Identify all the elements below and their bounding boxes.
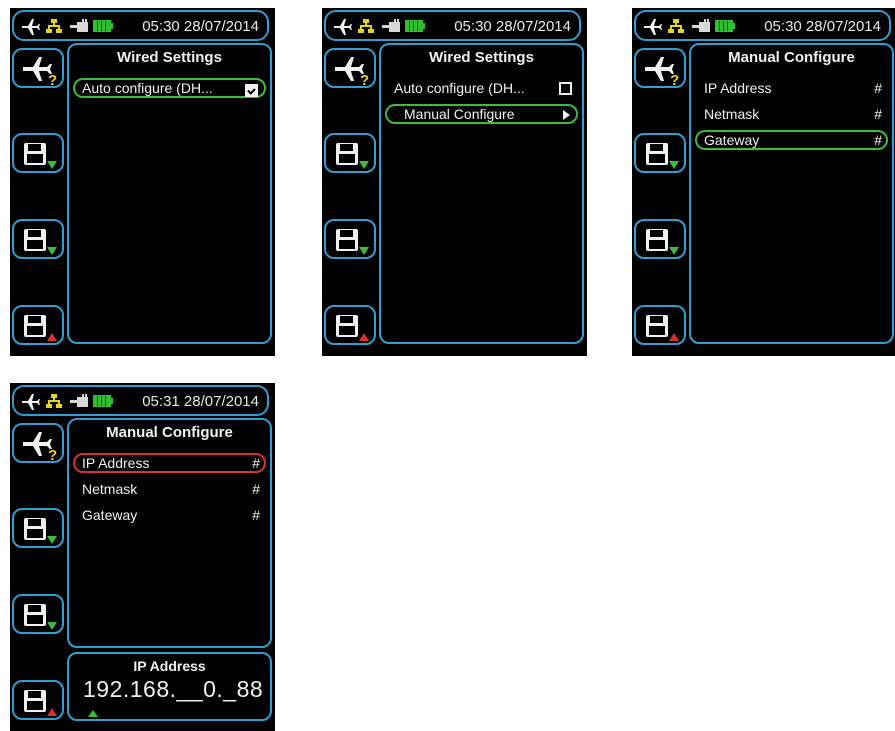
row-value: # bbox=[874, 132, 882, 148]
row-label: Netmask bbox=[82, 481, 138, 497]
status-bar: 05:31 28/07/2014 bbox=[12, 385, 269, 416]
save-up-button[interactable] bbox=[12, 680, 64, 720]
gateway-row[interactable]: Gateway # bbox=[73, 505, 266, 525]
save-down-button[interactable] bbox=[634, 219, 686, 259]
row-label: IP Address bbox=[704, 80, 772, 96]
save-down-button[interactable] bbox=[12, 508, 64, 548]
network-icon bbox=[46, 18, 62, 34]
netmask-row[interactable]: Netmask # bbox=[695, 104, 888, 124]
network-icon bbox=[668, 18, 684, 34]
ip-editor-title: IP Address bbox=[133, 658, 206, 674]
plane-icon bbox=[332, 17, 352, 37]
settings-panel: Wired Settings Auto configure (DH... bbox=[67, 43, 272, 344]
network-icon bbox=[46, 393, 62, 409]
save-down-button[interactable] bbox=[12, 219, 64, 259]
gateway-row[interactable]: Gateway # bbox=[695, 130, 888, 150]
up-arrow-icon bbox=[359, 333, 369, 341]
power-plug-icon bbox=[70, 394, 88, 408]
up-arrow-icon bbox=[47, 333, 57, 341]
save-down-button[interactable] bbox=[324, 133, 376, 173]
row-label: Auto configure (DH... bbox=[82, 80, 213, 96]
device-screen-3: 05:30 28/07/2014 Manual Configure IP Add… bbox=[632, 8, 895, 356]
battery-icon bbox=[715, 20, 735, 32]
battery-icon bbox=[405, 20, 425, 32]
auto-configure-checkbox[interactable] bbox=[559, 82, 572, 95]
row-label: IP Address bbox=[82, 455, 150, 471]
ip-editor-panel: IP Address 192.168.__0._88 bbox=[67, 652, 272, 721]
row-label: Gateway bbox=[704, 132, 760, 148]
clock: 05:30 28/07/2014 bbox=[454, 18, 571, 35]
row-label: Netmask bbox=[704, 106, 760, 122]
panel-title: Manual Configure bbox=[728, 49, 855, 66]
power-plug-icon bbox=[692, 19, 710, 33]
status-bar: 05:30 28/07/2014 bbox=[324, 10, 581, 41]
row-label: Gateway bbox=[82, 507, 138, 523]
save-down-button[interactable] bbox=[634, 133, 686, 173]
device-screen-2: 05:30 28/07/2014 Wired Settings Auto con… bbox=[322, 8, 587, 356]
settings-panel: Wired Settings Auto configure (DH... Man… bbox=[379, 43, 584, 344]
row-value: # bbox=[252, 507, 260, 523]
down-arrow-icon bbox=[359, 161, 369, 169]
down-arrow-icon bbox=[47, 161, 57, 169]
row-value: # bbox=[874, 80, 882, 96]
ip-address-input[interactable]: 192.168.__0._88 bbox=[83, 676, 263, 703]
panel-title: Wired Settings bbox=[117, 49, 222, 66]
row-label: Manual Configure bbox=[404, 106, 515, 122]
save-down-button[interactable] bbox=[12, 133, 64, 173]
plane-icon bbox=[642, 17, 662, 37]
save-up-button[interactable] bbox=[12, 305, 64, 345]
airplane-help-button[interactable] bbox=[12, 423, 64, 463]
up-arrow-icon bbox=[47, 708, 57, 716]
clock: 05:31 28/07/2014 bbox=[142, 393, 259, 410]
status-bar: 05:30 28/07/2014 bbox=[12, 10, 269, 41]
cursor-caret-icon bbox=[88, 710, 98, 717]
battery-icon bbox=[93, 395, 113, 407]
down-arrow-icon bbox=[669, 247, 679, 255]
save-down-button[interactable] bbox=[324, 219, 376, 259]
power-plug-icon bbox=[70, 19, 88, 33]
ip-address-row[interactable]: IP Address # bbox=[73, 453, 266, 473]
chevron-right-icon bbox=[563, 110, 570, 120]
save-down-button[interactable] bbox=[12, 594, 64, 634]
plane-icon bbox=[20, 17, 40, 37]
row-value: # bbox=[252, 481, 260, 497]
airplane-help-icon bbox=[643, 54, 681, 86]
clock: 05:30 28/07/2014 bbox=[764, 18, 881, 35]
down-arrow-icon bbox=[359, 247, 369, 255]
airplane-help-icon bbox=[333, 54, 371, 86]
auto-configure-checkbox[interactable] bbox=[245, 84, 258, 97]
save-up-button[interactable] bbox=[634, 305, 686, 345]
battery-icon bbox=[93, 20, 113, 32]
up-arrow-icon bbox=[669, 333, 679, 341]
down-arrow-icon bbox=[47, 536, 57, 544]
device-screen-4: 05:31 28/07/2014 Manual Configure IP Add… bbox=[10, 383, 275, 731]
airplane-help-button[interactable] bbox=[324, 48, 376, 88]
netmask-row[interactable]: Netmask # bbox=[73, 479, 266, 499]
auto-configure-row[interactable]: Auto configure (DH... bbox=[385, 78, 578, 98]
down-arrow-icon bbox=[669, 161, 679, 169]
network-icon bbox=[358, 18, 374, 34]
power-plug-icon bbox=[382, 19, 400, 33]
save-up-button[interactable] bbox=[324, 305, 376, 345]
auto-configure-row[interactable]: Auto configure (DH... bbox=[73, 78, 266, 98]
plane-icon bbox=[20, 392, 40, 412]
panel-title: Manual Configure bbox=[106, 424, 233, 441]
settings-panel: Manual Configure IP Address # Netmask # … bbox=[689, 43, 894, 344]
row-label: Auto configure (DH... bbox=[394, 80, 525, 96]
manual-configure-row[interactable]: Manual Configure bbox=[385, 104, 578, 124]
airplane-help-icon bbox=[21, 429, 59, 461]
panel-title: Wired Settings bbox=[429, 49, 534, 66]
airplane-help-button[interactable] bbox=[12, 48, 64, 88]
settings-panel: Manual Configure IP Address # Netmask # … bbox=[67, 418, 272, 648]
airplane-help-button[interactable] bbox=[634, 48, 686, 88]
down-arrow-icon bbox=[47, 247, 57, 255]
clock: 05:30 28/07/2014 bbox=[142, 18, 259, 35]
down-arrow-icon bbox=[47, 622, 57, 630]
row-value: # bbox=[252, 455, 260, 471]
status-bar: 05:30 28/07/2014 bbox=[634, 10, 891, 41]
ip-address-row[interactable]: IP Address # bbox=[695, 78, 888, 98]
row-value: # bbox=[874, 106, 882, 122]
device-screen-1: 05:30 28/07/2014 Wired Settings Auto con… bbox=[10, 8, 275, 356]
airplane-help-icon bbox=[21, 54, 59, 86]
